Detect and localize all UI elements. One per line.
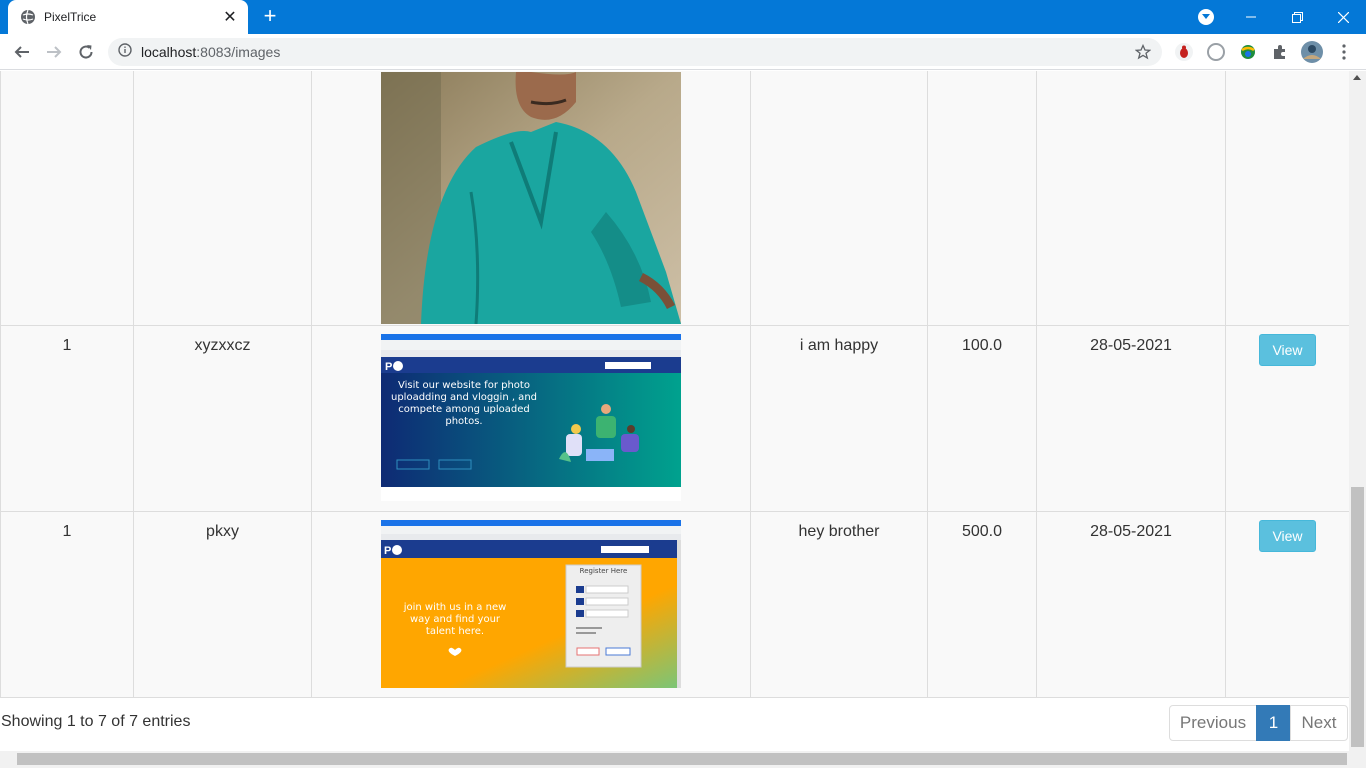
row-action: View [1225,511,1349,698]
row-image: P Visit our website for photo uploadding… [311,325,751,512]
horizontal-scroll-thumb[interactable] [17,753,1347,765]
reload-icon[interactable] [72,38,100,66]
previous-page-button[interactable]: Previous [1169,705,1257,741]
vertical-scroll-thumb[interactable] [1351,487,1364,747]
table-info: Showing 1 to 7 of 7 entries [1,713,191,730]
row-image: P join with us in a new way and find you… [311,511,751,698]
address-bar[interactable]: localhost:8083/images [108,38,1162,66]
tab-title: PixelTrice [44,10,97,24]
photo-thumbnail [381,72,681,324]
table-cell [750,71,928,326]
row-price: 100.0 [927,325,1037,512]
table-cell [133,71,312,326]
puzzle-extensions-icon[interactable] [1270,42,1290,62]
horizontal-scrollbar[interactable] [0,751,1366,768]
globe-extension-icon[interactable] [1238,42,1258,62]
vertical-scrollbar[interactable] [1349,71,1366,751]
view-button[interactable]: View [1259,334,1316,366]
browser-toolbar: localhost:8083/images [0,34,1366,70]
table-row: 1 xyzxxcz P Visit our website for photo … [0,325,1349,512]
info-icon[interactable] [118,42,132,62]
restore-icon[interactable] [1274,0,1320,34]
menu-dots-icon[interactable] [1334,42,1354,62]
svg-text:P: P [385,361,392,373]
pagination: Previous 1 Next [1169,705,1348,741]
table-cell [1036,71,1226,326]
view-button[interactable]: View [1259,520,1316,552]
images-table: 1 xyzxxcz P Visit our website for photo … [0,71,1349,698]
close-window-icon[interactable] [1320,0,1366,34]
page-1-button[interactable]: 1 [1256,705,1291,741]
row-price: 500.0 [927,511,1037,698]
row-caption: i am happy [750,325,928,512]
forward-arrow-icon[interactable] [40,38,68,66]
row-caption: hey brother [750,511,928,698]
table-cell [927,71,1037,326]
row-id: 1 [0,511,134,698]
register-page-thumbnail: P join with us in a new way and find you… [381,520,681,688]
row-action: View [1225,325,1349,512]
table-cell [1225,71,1349,326]
row-name: xyzxxcz [133,325,312,512]
browser-tab-bar: PixelTrice ✕ + [0,0,1366,34]
row-date: 28-05-2021 [1036,325,1226,512]
svg-text:P: P [384,545,391,557]
minimize-icon[interactable] [1228,0,1274,34]
table-cell [311,71,751,326]
row-name: pkxy [133,511,312,698]
register-form-title: Register Here [579,567,628,575]
row-date: 28-05-2021 [1036,511,1226,698]
banner-text: Visit our website for photo uploadding a… [390,380,537,427]
table-cell [0,71,134,326]
bug-extension-icon[interactable] [1174,42,1194,62]
close-tab-icon[interactable]: ✕ [222,7,238,27]
compass-extension-icon[interactable] [1206,42,1226,62]
globe-icon [20,9,36,25]
register-text: join with us in a new way and find your … [403,602,507,637]
row-id: 1 [0,325,134,512]
scroll-up-icon[interactable] [1353,75,1361,80]
url-text: localhost:8083/images [141,44,281,60]
new-tab-button[interactable]: + [258,5,282,29]
avatar[interactable] [1301,41,1323,63]
back-arrow-icon[interactable] [8,38,36,66]
bookmark-star-icon[interactable] [1134,43,1152,61]
website-banner-thumbnail: P Visit our website for photo uploadding… [381,334,681,501]
page-viewport: 1 xyzxxcz P Visit our website for photo … [0,71,1349,751]
tab-search-icon[interactable] [1198,9,1214,25]
table-row: 1 pkxy P join with us in a new way and f… [0,511,1349,698]
next-page-button[interactable]: Next [1290,705,1348,741]
browser-tab[interactable]: PixelTrice ✕ [8,0,248,34]
table-row [0,71,1349,326]
